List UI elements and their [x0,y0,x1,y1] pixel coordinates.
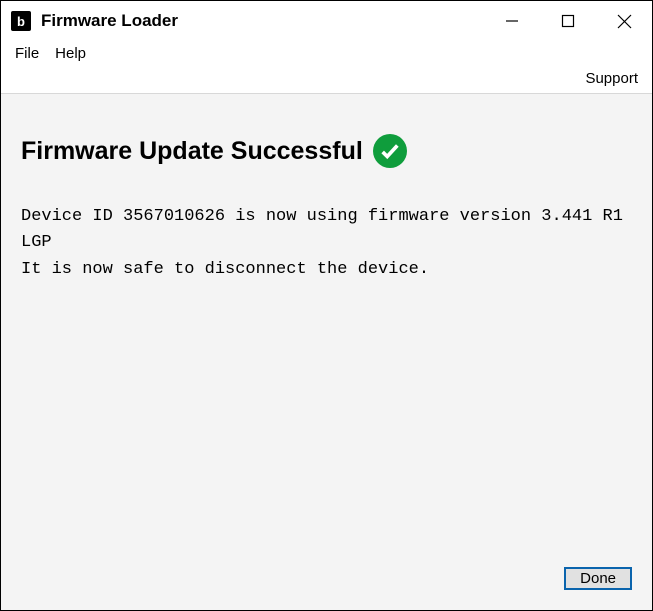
support-link[interactable]: Support [585,70,638,87]
window-title: Firmware Loader [41,11,484,31]
checkmark-icon [379,140,401,162]
minimize-icon [505,14,519,28]
menu-file[interactable]: File [9,43,45,64]
menubar: File Help [1,41,652,66]
done-button[interactable]: Done [564,567,632,590]
success-icon [373,134,407,168]
minimize-button[interactable] [484,1,540,41]
footer: Done [21,567,632,590]
message-line-2: It is now safe to disconnect the device. [21,260,429,279]
app-window: b Firmware Loader File Help Support Firm… [0,0,653,611]
toolbar: Support [1,66,652,94]
titlebar: b Firmware Loader [1,1,652,41]
app-icon: b [11,11,31,31]
maximize-button[interactable] [540,1,596,41]
page-heading: Firmware Update Successful [21,137,363,166]
close-icon [617,14,632,29]
window-controls [484,1,652,41]
message-line-1: Device ID 3567010626 is now using firmwa… [21,207,633,252]
close-button[interactable] [596,1,652,41]
content-area: Firmware Update Successful Device ID 356… [1,94,652,610]
status-message: Device ID 3567010626 is now using firmwa… [21,204,632,283]
maximize-icon [561,14,575,28]
menu-help[interactable]: Help [49,43,92,64]
heading-row: Firmware Update Successful [21,134,632,168]
